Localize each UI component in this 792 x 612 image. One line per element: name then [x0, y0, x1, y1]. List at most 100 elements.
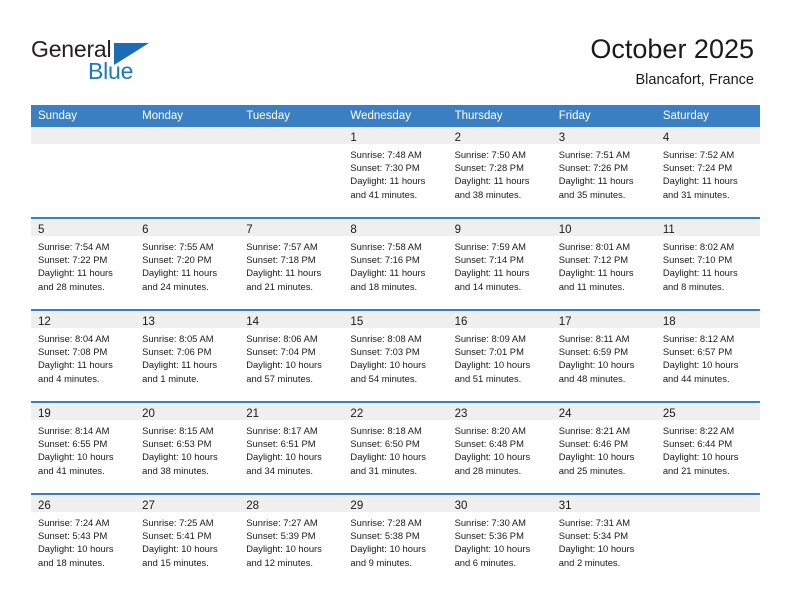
title-block: October 2025 Blancafort, France [590, 33, 754, 89]
calendar-day-cell: 16 Sunrise: 8:09 AM Sunset: 7:01 PM Dayligh… [447, 309, 552, 402]
day-cell-body: Sunrise: 7:24 AM Sunset: 5:43 PM Daylight:… [31, 512, 135, 569]
day-cell-inner: 6 Sunrise: 7:55 AM Sunset: 7:20 PM Daylight… [135, 219, 240, 309]
day-date-band: 1 [343, 127, 448, 144]
weekday-header-tuesday: Tuesday [239, 105, 344, 127]
calendar-week-row: 12 Sunrise: 8:04 AM Sunset: 7:08 PM Dayligh… [31, 309, 760, 402]
daylight-duration-line2: and 9 minutes. [350, 556, 412, 568]
calendar-day-cell: 2 Sunrise: 7:50 AM Sunset: 7:28 PM Daylight… [447, 127, 552, 218]
daylight-duration-line2: and 28 minutes. [38, 280, 105, 292]
daylight-duration-line2: and 12 minutes. [246, 556, 313, 568]
day-cell-inner: 3 Sunrise: 7:51 AM Sunset: 7:26 PM Daylight… [551, 127, 656, 217]
day-cell-inner: 24 Sunrise: 8:21 AM Sunset: 6:46 PM Dayligh… [551, 403, 656, 493]
day-cell-body: Sunrise: 8:17 AM Sunset: 6:51 PM Daylight:… [239, 420, 343, 477]
calendar-day-cell: 10 Sunrise: 8:01 AM Sunset: 7:12 PM Dayligh… [551, 217, 656, 310]
calendar-day-cell: 6 Sunrise: 7:55 AM Sunset: 7:20 PM Daylight… [135, 217, 240, 310]
sunset-time: Sunset: 6:57 PM [662, 346, 733, 358]
day-cell-inner: 20 Sunrise: 8:15 AM Sunset: 6:53 PM Dayligh… [135, 403, 240, 493]
day-date-band: 6 [135, 219, 240, 236]
day-cell-body: Sunrise: 7:30 AM Sunset: 5:36 PM Daylight:… [448, 512, 552, 569]
day-date-band: 11 [655, 219, 760, 236]
sunset-time: Sunset: 6:55 PM [38, 438, 108, 450]
day-number: 19 [38, 408, 51, 420]
sunrise-time: Sunrise: 7:54 AM [38, 241, 110, 252]
daylight-duration-line2: and 25 minutes. [558, 464, 626, 476]
sunset-time: Sunset: 7:30 PM [350, 162, 420, 174]
sunset-time: Sunset: 7:01 PM [454, 346, 524, 358]
day-number: 12 [38, 316, 51, 328]
daylight-duration-line2: and 28 minutes. [454, 464, 522, 476]
sunset-time: Sunset: 6:44 PM [662, 438, 733, 450]
day-number: 2 [454, 132, 461, 144]
day-number: 1 [350, 132, 357, 144]
weekday-header-saturday: Saturday [655, 105, 760, 127]
weekday-header-sunday: Sunday [31, 105, 136, 127]
sunrise-time: Sunrise: 8:20 AM [454, 425, 526, 436]
day-number: 22 [350, 408, 364, 420]
calendar-day-cell: 20 Sunrise: 8:15 AM Sunset: 6:53 PM Dayligh… [135, 401, 240, 494]
day-cell-empty-inner [31, 127, 136, 217]
day-cell-inner: 1 Sunrise: 7:48 AM Sunset: 7:30 PM Daylight… [343, 127, 448, 217]
daylight-duration-line2: and 38 minutes. [454, 188, 522, 200]
daylight-duration-line2: and 14 minutes. [454, 280, 522, 292]
day-date-band [135, 127, 240, 144]
sunrise-time: Sunrise: 7:25 AM [142, 517, 214, 528]
daylight-duration-line1: Daylight: 10 hours [246, 451, 322, 463]
calendar-day-cell: 27 Sunrise: 7:25 AM Sunset: 5:41 PM Dayligh… [135, 493, 240, 585]
day-cell-inner: 5 Sunrise: 7:54 AM Sunset: 7:22 PM Daylight… [31, 219, 136, 309]
daylight-duration-line2: and 38 minutes. [142, 464, 209, 476]
sunset-time: Sunset: 5:41 PM [142, 530, 212, 542]
sunset-time: Sunset: 5:34 PM [558, 530, 629, 542]
day-date-band: 12 [31, 311, 136, 328]
sunrise-time: Sunrise: 7:58 AM [350, 241, 422, 252]
day-number: 9 [454, 224, 461, 236]
day-date-band: 25 [655, 403, 760, 420]
day-date-band: 20 [135, 403, 240, 420]
sunset-time: Sunset: 7:20 PM [142, 254, 212, 266]
day-cell-body: Sunrise: 7:57 AM Sunset: 7:18 PM Daylight:… [239, 236, 343, 293]
calendar-day-cell: 11 Sunrise: 8:02 AM Sunset: 7:10 PM Dayligh… [655, 217, 760, 310]
sunrise-time: Sunrise: 8:21 AM [558, 425, 631, 436]
daylight-duration-line2: and 48 minutes. [558, 372, 626, 384]
sunset-time: Sunset: 7:28 PM [454, 162, 524, 174]
brand-logo[interactable]: General Blue [31, 36, 261, 92]
day-cell-inner: 22 Sunrise: 8:18 AM Sunset: 6:50 PM Dayligh… [343, 403, 448, 493]
sunset-time: Sunset: 7:03 PM [350, 346, 420, 358]
daylight-duration-line1: Daylight: 11 hours [142, 267, 218, 279]
sunset-time: Sunset: 6:48 PM [454, 438, 524, 450]
daylight-duration-line1: Daylight: 10 hours [246, 543, 322, 555]
daylight-duration-line2: and 57 minutes. [246, 372, 313, 384]
day-cell-inner: 23 Sunrise: 8:20 AM Sunset: 6:48 PM Dayligh… [447, 403, 552, 493]
day-date-band: 4 [655, 127, 760, 144]
daylight-duration-line1: Daylight: 11 hours [38, 267, 113, 279]
daylight-duration-line1: Daylight: 11 hours [350, 175, 426, 187]
calendar-body: 1 Sunrise: 7:48 AM Sunset: 7:30 PM Daylight… [31, 127, 760, 585]
day-cell-body: Sunrise: 7:51 AM Sunset: 7:26 PM Daylight:… [552, 144, 656, 201]
calendar-day-cell: 19 Sunrise: 8:14 AM Sunset: 6:55 PM Dayligh… [31, 401, 136, 494]
calendar-day-cell: 30 Sunrise: 7:30 AM Sunset: 5:36 PM Dayligh… [447, 493, 552, 585]
calendar-day-cell: 7 Sunrise: 7:57 AM Sunset: 7:18 PM Daylight… [239, 217, 344, 310]
calendar-day-cell: 31 Sunrise: 7:31 AM Sunset: 5:34 PM Dayligh… [551, 493, 656, 585]
day-cell-inner: 7 Sunrise: 7:57 AM Sunset: 7:18 PM Daylight… [239, 219, 344, 309]
day-cell-body: Sunrise: 7:58 AM Sunset: 7:16 PM Daylight:… [343, 236, 447, 293]
day-cell-body: Sunrise: 8:08 AM Sunset: 7:03 PM Daylight:… [343, 328, 447, 385]
day-date-band: 30 [447, 495, 552, 512]
day-cell-body: Sunrise: 7:48 AM Sunset: 7:30 PM Daylight:… [343, 144, 447, 201]
weekday-header-row: Sunday Monday Tuesday Wednesday Thursday… [31, 105, 760, 127]
sunrise-time: Sunrise: 8:06 AM [246, 333, 318, 344]
day-date-band: 5 [31, 219, 136, 236]
sunset-time: Sunset: 6:46 PM [558, 438, 629, 450]
calendar-day-cell: 24 Sunrise: 8:21 AM Sunset: 6:46 PM Dayligh… [551, 401, 656, 494]
sunrise-time: Sunrise: 8:05 AM [142, 333, 214, 344]
sunrise-time: Sunrise: 7:28 AM [350, 517, 422, 528]
day-cell-inner: 19 Sunrise: 8:14 AM Sunset: 6:55 PM Dayligh… [31, 403, 136, 493]
day-date-band: 10 [551, 219, 656, 236]
day-number: 24 [558, 408, 572, 420]
weekday-header-friday: Friday [551, 105, 656, 127]
sunset-time: Sunset: 7:06 PM [142, 346, 212, 358]
day-cell-empty-inner [655, 495, 760, 585]
day-cell-body: Sunrise: 8:20 AM Sunset: 6:48 PM Daylight:… [448, 420, 552, 477]
day-number: 8 [350, 224, 357, 236]
day-cell-body: Sunrise: 8:06 AM Sunset: 7:04 PM Daylight:… [239, 328, 343, 385]
calendar-day-cell: 26 Sunrise: 7:24 AM Sunset: 5:43 PM Dayligh… [31, 493, 136, 585]
daylight-duration-line2: and 8 minutes. [662, 280, 725, 292]
